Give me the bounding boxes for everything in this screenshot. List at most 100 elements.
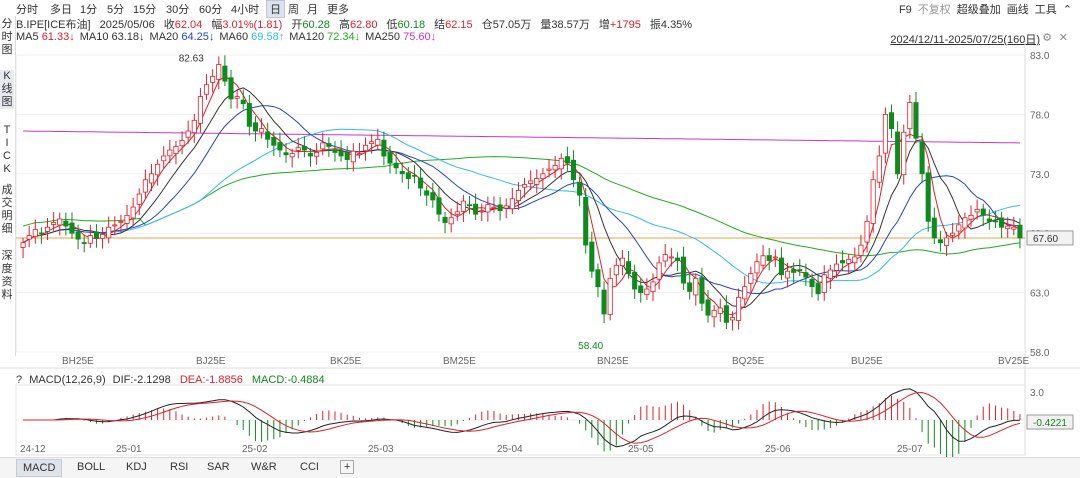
- candle-body-39: [259, 128, 265, 133]
- candle-body-107: [674, 257, 680, 261]
- candle-body-60: [387, 152, 393, 164]
- candle-body-160: [999, 217, 1005, 228]
- candle-body-19: [136, 193, 142, 205]
- candle-body-153: [956, 224, 962, 232]
- contract-label-4: BN25E: [597, 356, 629, 367]
- date-label-2: 25-02: [242, 444, 268, 455]
- candle-body-64: [411, 174, 418, 177]
- candle-body-128: [803, 272, 809, 278]
- candle-body-33: [222, 65, 228, 82]
- ma120-line: [22, 156, 1020, 257]
- candle-body-99: [625, 261, 632, 274]
- candle-body-77: [491, 206, 497, 209]
- indicator-tab-kdj[interactable]: KDJ: [126, 461, 147, 473]
- indicator-tab-rsi[interactable]: RSI: [170, 461, 188, 473]
- candle-body-10: [81, 242, 87, 244]
- add-indicator-icon[interactable]: +: [340, 460, 355, 474]
- candle-body-22: [155, 163, 161, 176]
- help-icon[interactable]: ?: [16, 374, 22, 386]
- candle-body-21: [148, 173, 155, 184]
- candle-body-96: [607, 277, 613, 315]
- candle-body-79: [503, 205, 509, 209]
- candle-body-130: [815, 283, 821, 295]
- candle-body-140: [876, 155, 882, 183]
- date-label-6: 25-06: [765, 444, 791, 455]
- candle-body-32: [216, 64, 222, 80]
- candle-body-35: [234, 96, 240, 99]
- candle-body-117: [736, 296, 742, 321]
- candle-body-82: [522, 184, 528, 188]
- indicator-tab-sar[interactable]: SAR: [207, 461, 230, 473]
- candle-body-146: [913, 102, 919, 139]
- candle-body-0: [20, 242, 26, 248]
- contract-label-5: BQ25E: [732, 356, 765, 367]
- candle-body-151: [944, 237, 950, 246]
- candle-body-34: [228, 77, 234, 100]
- candle-body-129: [809, 278, 815, 288]
- candle-body-148: [925, 172, 931, 222]
- candle-body-67: [430, 192, 436, 201]
- candle-body-118: [742, 286, 748, 300]
- candle-body-57: [369, 141, 375, 145]
- contract-label-3: BM25E: [443, 356, 476, 367]
- candle-body-47: [307, 153, 314, 157]
- candle-body-71: [454, 211, 460, 215]
- candle-body-149: [931, 217, 937, 239]
- candle-body-150: [937, 239, 943, 244]
- candle-body-143: [895, 131, 901, 175]
- indicator-tab-wr[interactable]: W&R: [251, 461, 277, 473]
- candle-body-158: [986, 218, 992, 222]
- candle-body-114: [717, 307, 723, 314]
- candle-body-69: [442, 216, 448, 223]
- candle-body-81: [515, 190, 521, 201]
- candle-body-93: [589, 241, 595, 272]
- candle-body-138: [864, 220, 870, 243]
- date-label-1: 25-01: [116, 444, 142, 455]
- indicator-tab-cci[interactable]: CCI: [300, 461, 319, 473]
- candle-body-100: [632, 271, 638, 290]
- candle-body-124: [778, 257, 784, 276]
- candle-body-115: [723, 305, 729, 323]
- ma20-line: [22, 105, 1020, 295]
- candle-body-110: [693, 277, 699, 296]
- candle-body-15: [112, 224, 118, 227]
- candle-body-75: [479, 210, 485, 213]
- candle-body-131: [821, 274, 827, 293]
- candle-body-43: [283, 152, 289, 156]
- candle-body-133: [833, 263, 840, 271]
- candle-body-59: [381, 139, 387, 157]
- candle-body-16: [118, 220, 124, 223]
- date-label-7: 25-07: [897, 444, 923, 455]
- contract-label-0: BH25E: [62, 356, 94, 367]
- candle-body-24: [167, 149, 173, 157]
- candle-body-112: [705, 299, 711, 316]
- ma60-line: [22, 128, 1020, 284]
- high-annotation: 82.63: [179, 53, 204, 64]
- candle-body-50: [326, 143, 332, 147]
- candle-body-11: [87, 235, 93, 244]
- candle-body-98: [619, 257, 625, 267]
- candle-body-116: [729, 317, 736, 321]
- candle-body-80: [509, 198, 515, 210]
- candle-body-9: [75, 231, 81, 240]
- candle-body-121: [760, 255, 766, 266]
- candle-body-126: [791, 268, 797, 273]
- candle-body-2: [32, 229, 38, 237]
- candle-body-154: [962, 217, 968, 229]
- indicator-tab-boll[interactable]: BOLL: [77, 461, 105, 473]
- candle-body-73: [466, 204, 473, 207]
- candle-body-31: [210, 75, 216, 83]
- dif-value: -2.1298: [133, 374, 171, 386]
- candle-body-20: [142, 179, 148, 193]
- candle-body-62: [399, 170, 405, 175]
- candle-body-29: [197, 96, 203, 124]
- candle-body-13: [100, 233, 106, 239]
- candle-body-139: [870, 179, 876, 224]
- indicator-tab-macd[interactable]: MACD: [16, 459, 63, 477]
- date-label-4: 25-04: [497, 444, 523, 455]
- dea-value: -1.8856: [205, 374, 243, 386]
- candle-body-109: [687, 282, 693, 292]
- ma5-line: [22, 76, 1021, 316]
- candle-body-86: [546, 168, 552, 171]
- candle-body-113: [711, 310, 717, 318]
